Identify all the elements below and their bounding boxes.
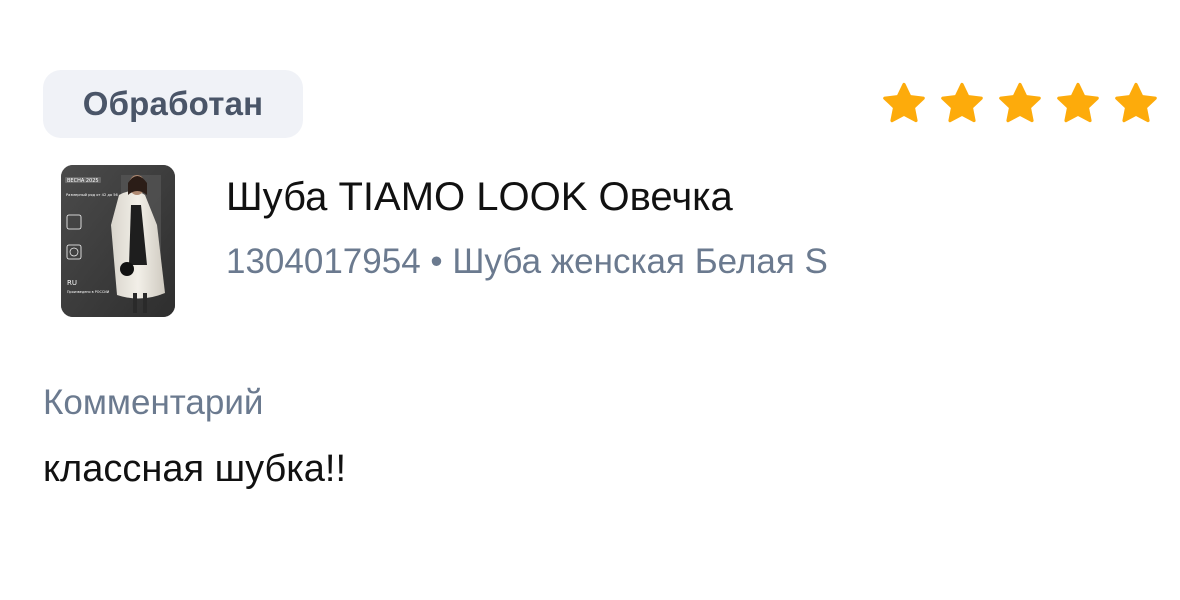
product-meta: 1304017954 • Шуба женская Белая S [226, 242, 828, 281]
star-icon [1057, 82, 1099, 123]
comment-label: Комментарий [43, 383, 264, 422]
comment-text: классная шубка!! [43, 448, 346, 490]
star-icon [1115, 82, 1157, 123]
overlay-country-code: RU [67, 279, 77, 287]
star-icon [999, 82, 1041, 123]
product-photo: ВЕСНА 2025 Размерный ряд от 42 до 56 RU … [61, 165, 175, 317]
overlay-season: ВЕСНА 2025 [67, 178, 99, 184]
overlay-sizes: Размерный ряд от 42 до 56 [66, 193, 118, 197]
star-icon [883, 82, 925, 123]
product-title[interactable]: Шуба TIAMO LOOK Овечка [226, 175, 733, 220]
star-icon [941, 82, 983, 123]
overlay-country-label: Произведено в РОССИИ [67, 290, 110, 294]
product-image[interactable]: ВЕСНА 2025 Размерный ряд от 42 до 56 RU … [61, 165, 175, 317]
star-rating [880, 80, 1160, 128]
review-card: Обработан ВЕСНА 2025 Размерный ряд от 42… [0, 0, 1180, 600]
status-badge: Обработан [43, 70, 303, 138]
